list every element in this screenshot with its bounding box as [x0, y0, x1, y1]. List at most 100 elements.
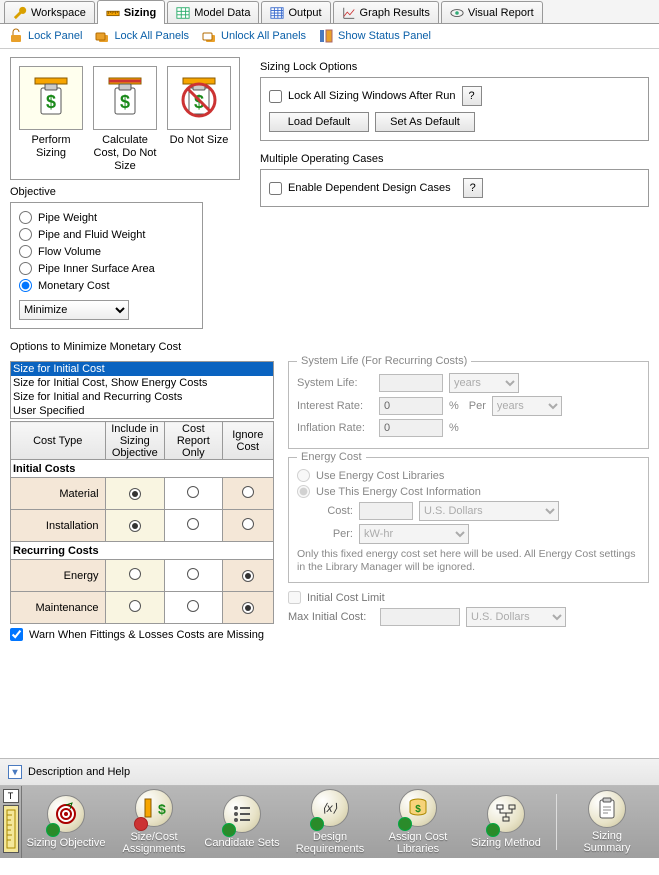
help-lock-button[interactable]: ? [462, 86, 482, 106]
options-list[interactable]: Size for Initial Cost Size for Initial C… [10, 361, 274, 419]
button-label: Do Not Size [167, 134, 231, 147]
radio-cell[interactable] [105, 510, 165, 542]
radio-cell[interactable] [222, 510, 273, 542]
nav-label: Sizing Objective [27, 837, 106, 849]
expand-toggle[interactable]: ▾ [8, 765, 22, 779]
radio-monetary-cost[interactable]: Monetary Cost [19, 279, 194, 292]
radio-cell[interactable] [165, 478, 223, 510]
button-label: Lock All Panels [114, 30, 189, 42]
design-icon: ⟨x⟩ [318, 796, 342, 820]
ruler-dollar-icon: $ [142, 796, 166, 820]
list-item[interactable]: Size for Initial Cost, Show Energy Costs [11, 376, 273, 390]
tab-visualreport[interactable]: Visual Report [441, 1, 543, 23]
svg-text:$: $ [46, 92, 56, 112]
group-title: Multiple Operating Cases [260, 153, 649, 165]
lock-after-run-checkbox[interactable] [269, 90, 282, 103]
radio-cell[interactable] [222, 560, 273, 592]
row-label: Installation [11, 510, 106, 542]
right-disabled-area: System Life (For Recurring Costs) System… [288, 361, 649, 630]
unlock-all-button[interactable]: Unlock All Panels [201, 28, 306, 44]
description-band[interactable]: ▾ Description and Help [0, 758, 659, 786]
set-default-button[interactable]: Set As Default [375, 112, 475, 132]
grid-icon [270, 6, 284, 20]
nav-candidate-sets[interactable]: Candidate Sets [202, 793, 282, 851]
radio-cell[interactable] [165, 592, 223, 624]
radio-pipe-fluid-weight[interactable]: Pipe and Fluid Weight [19, 228, 194, 241]
nav-sizing-objective[interactable]: Sizing Objective [26, 793, 106, 851]
energy-cost-input [359, 502, 413, 520]
field-label: Per: [317, 528, 353, 540]
radio-cell[interactable] [105, 560, 165, 592]
radio-cell[interactable] [222, 592, 273, 624]
checkbox-label: Lock All Sizing Windows After Run [288, 90, 456, 102]
do-not-size-button[interactable]: $ [167, 66, 231, 130]
nav-design-requirements[interactable]: ⟨x⟩ Design Requirements [290, 787, 370, 857]
tab-label: Visual Report [468, 7, 534, 19]
minmax-combo[interactable]: Minimize [19, 300, 129, 320]
nav-size-cost-assignments[interactable]: $ Size/Cost Assignments [114, 787, 194, 857]
warn-checkbox[interactable] [10, 628, 23, 641]
table-row: Installation [11, 510, 274, 542]
list-icon [230, 802, 254, 826]
system-life-input [379, 374, 443, 392]
eye-icon [450, 6, 464, 20]
nav-sizing-summary[interactable]: Sizing Summary [567, 788, 647, 856]
show-status-button[interactable]: Show Status Panel [318, 28, 431, 44]
perform-sizing-button[interactable]: $ [19, 66, 83, 130]
gutter-text-button[interactable]: T [3, 789, 19, 803]
button-label: Calculate Cost, Do Not Size [93, 134, 157, 173]
tab-modeldata[interactable]: Model Data [167, 1, 259, 23]
ruler-icon [6, 809, 16, 849]
radio-surface-area[interactable]: Pipe Inner Surface Area [19, 262, 194, 275]
tab-label: Model Data [194, 7, 250, 19]
summary-icon [595, 797, 619, 821]
do-not-size-icon: $ [177, 76, 221, 120]
gutter-ruler-button[interactable] [3, 805, 19, 853]
help-multi-button[interactable]: ? [463, 178, 483, 198]
svg-text:⟨x⟩: ⟨x⟩ [322, 801, 338, 815]
radio-pipe-weight[interactable]: Pipe Weight [19, 211, 194, 224]
radio-cell[interactable] [165, 510, 223, 542]
checkbox-label: Enable Dependent Design Cases [288, 182, 451, 194]
radio-label: Use This Energy Cost Information [316, 486, 481, 498]
cost-type-table: Cost Type Include in Sizing Objective Co… [10, 421, 274, 624]
radio-flow-volume[interactable]: Flow Volume [19, 245, 194, 258]
method-icon [494, 802, 518, 826]
options-title: Options to Minimize Monetary Cost [10, 341, 649, 353]
list-item[interactable]: User Specified [11, 404, 273, 418]
radio-cell[interactable] [165, 560, 223, 592]
section-header: Recurring Costs [11, 542, 274, 560]
tab-sizing[interactable]: Sizing [97, 0, 165, 24]
pct-label: % [449, 400, 459, 412]
table-row: Maintenance [11, 592, 274, 624]
calc-cost-button[interactable]: $ [93, 66, 157, 130]
objective-group: Objective Pipe Weight Pipe and Fluid Wei… [10, 186, 240, 329]
target-icon [54, 802, 78, 826]
button-label: Unlock All Panels [221, 30, 306, 42]
tab-graph[interactable]: Graph Results [333, 1, 439, 23]
load-default-button[interactable]: Load Default [269, 112, 369, 132]
unlock-icon [8, 28, 24, 44]
nav-label: Candidate Sets [204, 837, 279, 849]
sizing-icon: $ [29, 76, 73, 120]
nav-assign-cost-libraries[interactable]: $ Assign Cost Libraries [378, 787, 458, 857]
radio-cell[interactable] [222, 478, 273, 510]
lock-panel-button[interactable]: Lock Panel [8, 28, 82, 44]
wrench-icon [13, 6, 27, 20]
radio-cell[interactable] [105, 592, 165, 624]
max-initial-cost-input [380, 608, 460, 626]
nav-sizing-method[interactable]: Sizing Method [466, 793, 546, 851]
nav-label: Sizing Summary [567, 830, 647, 854]
tab-output[interactable]: Output [261, 1, 330, 23]
list-item[interactable]: Size for Initial and Recurring Costs [11, 390, 273, 404]
radio-use-this: Use This Energy Cost Information [297, 485, 640, 498]
pct-label: % [449, 422, 459, 434]
lock-all-button[interactable]: Lock All Panels [94, 28, 189, 44]
list-item[interactable]: Size for Initial Cost [11, 362, 273, 376]
radio-cell[interactable] [105, 478, 165, 510]
multi-cases-group: Multiple Operating Cases Enable Dependen… [260, 153, 649, 207]
enable-dependent-checkbox[interactable] [269, 182, 282, 195]
col-header: Cost Type [11, 422, 106, 460]
field-label: Max Initial Cost: [288, 611, 374, 623]
tab-workspace[interactable]: Workspace [4, 1, 95, 23]
